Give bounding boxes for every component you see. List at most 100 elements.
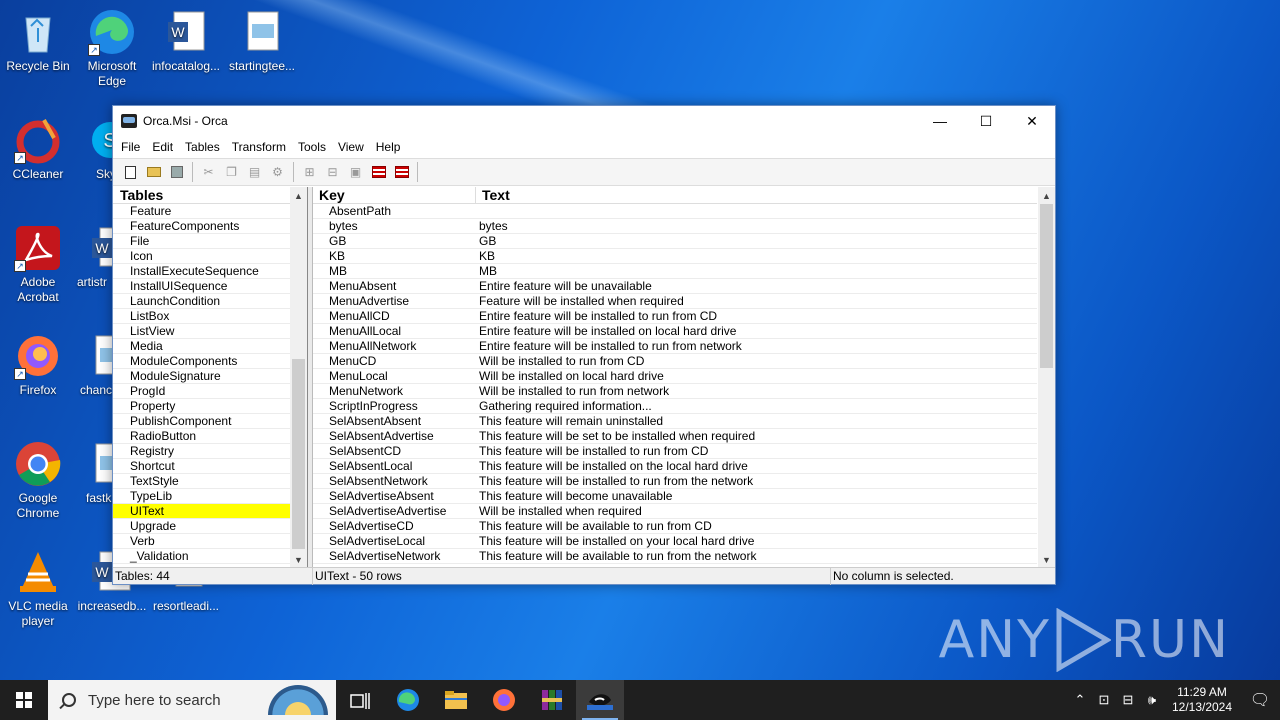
taskbar-clock[interactable]: 11:29 AM 12/13/2024 — [1164, 685, 1240, 715]
table-row[interactable]: MB MB — [313, 264, 1037, 279]
table-list-item[interactable]: ListView — [113, 324, 290, 339]
desktop-icon-edge[interactable]: ↗ Microsoft Edge — [74, 8, 150, 89]
cell-text[interactable]: This feature will be installed to run fr… — [476, 474, 1037, 488]
table-list-item[interactable]: ModuleComponents — [113, 354, 290, 369]
orca-window[interactable]: Orca.Msi - Orca — ☐ ✕ File Edit Tables T… — [112, 105, 1056, 585]
table-list-item[interactable]: Upgrade — [113, 519, 290, 534]
table-row[interactable]: MenuAdvertise Feature will be installed w… — [313, 294, 1037, 309]
menu-help[interactable]: Help — [370, 140, 407, 154]
table-row[interactable]: MenuAbsent Entire feature will be unavail… — [313, 279, 1037, 294]
table-row[interactable]: AbsentPath — [313, 204, 1037, 219]
menu-tools[interactable]: Tools — [292, 140, 332, 154]
cell-text[interactable]: GB — [476, 234, 1037, 248]
cell-key[interactable]: MenuAllNetwork — [313, 339, 476, 353]
cell-key[interactable]: SelAbsentAdvertise — [313, 429, 476, 443]
desktop-icon-recycle-bin[interactable]: Recycle Bin — [0, 8, 76, 74]
tables-scrollbar[interactable]: ▲ ▼ — [290, 187, 307, 568]
taskbar-file-explorer[interactable] — [432, 680, 480, 720]
table-list-item[interactable]: Shortcut — [113, 459, 290, 474]
cell-text[interactable]: bytes — [476, 219, 1037, 233]
cell-text[interactable]: This feature will be installed on the lo… — [476, 459, 1037, 473]
maximize-button[interactable]: ☐ — [963, 106, 1009, 136]
scroll-up-icon[interactable]: ▲ — [1038, 187, 1055, 204]
taskbar-firefox[interactable] — [480, 680, 528, 720]
cell-text[interactable]: This feature will be available to run fr… — [476, 519, 1037, 533]
table-row[interactable]: MenuNetwork Will be installed to run from… — [313, 384, 1037, 399]
cell-text[interactable]: This feature will be installed to run fr… — [476, 444, 1037, 458]
cell-text[interactable]: Entire feature will be unavailable — [476, 279, 1037, 293]
table-list-item[interactable]: Icon — [113, 249, 290, 264]
paste-button[interactable]: ▤ — [243, 161, 266, 183]
cell-key[interactable]: AbsentPath — [313, 204, 476, 218]
start-button[interactable] — [0, 680, 48, 720]
table-list-item[interactable]: TypeLib — [113, 489, 290, 504]
merge-module-button[interactable] — [390, 161, 413, 183]
rows-scrollbar[interactable]: ▲ ▼ — [1038, 187, 1055, 568]
table-list-item[interactable]: ListBox — [113, 309, 290, 324]
cell-key[interactable]: SelAdvertiseLocal — [313, 534, 476, 548]
new-button[interactable] — [119, 161, 142, 183]
table-row[interactable]: SelAbsentLocal This feature will be insta… — [313, 459, 1037, 474]
cell-key[interactable]: SelAdvertiseNetwork — [313, 549, 476, 563]
table-list-item[interactable]: InstallUISequence — [113, 279, 290, 294]
table-list-item[interactable]: ProgId — [113, 384, 290, 399]
desktop-icon-google-chrome[interactable]: Google Chrome — [0, 440, 76, 521]
cell-text[interactable]: This feature will be available to run fr… — [476, 549, 1037, 563]
table-row[interactable]: SelAdvertiseNetwork This feature will be … — [313, 549, 1037, 564]
scroll-down-icon[interactable]: ▼ — [290, 551, 307, 568]
desktop-icon-adobe-acrobat[interactable]: ↗ Adobe Acrobat — [0, 224, 76, 305]
chevron-up-icon[interactable]: ⌃ — [1068, 692, 1092, 708]
tables-pane[interactable]: Tables Feature FeatureComponents File Icon I… — [113, 187, 308, 568]
notification-icon[interactable]: 🗨 — [1240, 690, 1280, 710]
table-list-item[interactable]: RadioButton — [113, 429, 290, 444]
table-list-item[interactable]: PublishComponent — [113, 414, 290, 429]
cell-text[interactable]: Will be installed to run from network — [476, 384, 1037, 398]
cell-key[interactable]: MenuCD — [313, 354, 476, 368]
add-table-button[interactable]: ⊞ — [298, 161, 321, 183]
desktop-icon-startingtee[interactable]: startingtee... — [224, 8, 300, 74]
desktop-icon-infocatalog[interactable]: W infocatalog... — [148, 8, 224, 74]
cell-key[interactable]: SelAdvertiseAbsent — [313, 489, 476, 503]
desktop-icon-vlc[interactable]: VLC media player — [0, 548, 76, 629]
minimize-button[interactable]: — — [917, 106, 963, 136]
scroll-up-icon[interactable]: ▲ — [290, 187, 307, 204]
table-row[interactable]: MenuAllNetwork Entire feature will be ins… — [313, 339, 1037, 354]
menu-file[interactable]: File — [115, 140, 146, 154]
table-list-item[interactable]: Media — [113, 339, 290, 354]
cut-button[interactable]: ✂ — [197, 161, 220, 183]
table-list-item[interactable]: LaunchCondition — [113, 294, 290, 309]
column-key[interactable]: Key — [313, 187, 476, 203]
task-view-button[interactable] — [336, 680, 384, 720]
menu-edit[interactable]: Edit — [146, 140, 179, 154]
cell-key[interactable]: SelAbsentLocal — [313, 459, 476, 473]
table-row[interactable]: SelAbsentNetwork This feature will be ins… — [313, 474, 1037, 489]
cell-key[interactable]: MenuAbsent — [313, 279, 476, 293]
taskbar-winrar[interactable] — [528, 680, 576, 720]
scrollbar-thumb[interactable] — [1040, 204, 1053, 368]
cell-key[interactable]: MenuAllLocal — [313, 324, 476, 338]
taskbar-edge[interactable] — [384, 680, 432, 720]
cell-text[interactable]: This feature will be set to be installed… — [476, 429, 1037, 443]
title-bar[interactable]: Orca.Msi - Orca — ☐ ✕ — [113, 106, 1055, 136]
cell-key[interactable]: MenuLocal — [313, 369, 476, 383]
cell-text[interactable]: KB — [476, 249, 1037, 263]
cell-key[interactable]: SelAdvertiseCD — [313, 519, 476, 533]
copy-button[interactable]: ❐ — [220, 161, 243, 183]
cell-key[interactable]: MenuAllCD — [313, 309, 476, 323]
table-list-item[interactable]: TextStyle — [113, 474, 290, 489]
cell-key[interactable]: MB — [313, 264, 476, 278]
table-list-item[interactable]: FeatureComponents — [113, 219, 290, 234]
cell-text[interactable]: Entire feature will be installed to run … — [476, 309, 1037, 323]
table-row[interactable]: ScriptInProgress Gathering required infor… — [313, 399, 1037, 414]
table-list-item[interactable]: UIText — [113, 504, 290, 519]
table-list-item[interactable]: Registry — [113, 444, 290, 459]
cell-key[interactable]: SelAbsentAbsent — [313, 414, 476, 428]
desktop-icon-skype[interactable]: S Sky — [74, 116, 114, 182]
cell-key[interactable]: ScriptInProgress — [313, 399, 476, 413]
cell-text[interactable]: Gathering required information... — [476, 399, 1037, 413]
cell-key[interactable]: KB — [313, 249, 476, 263]
table-list-item[interactable]: ModuleSignature — [113, 369, 290, 384]
desktop-icon-fastk[interactable]: fastk — [74, 440, 114, 506]
cell-text[interactable]: This feature will remain uninstalled — [476, 414, 1037, 428]
menu-tables[interactable]: Tables — [179, 140, 226, 154]
